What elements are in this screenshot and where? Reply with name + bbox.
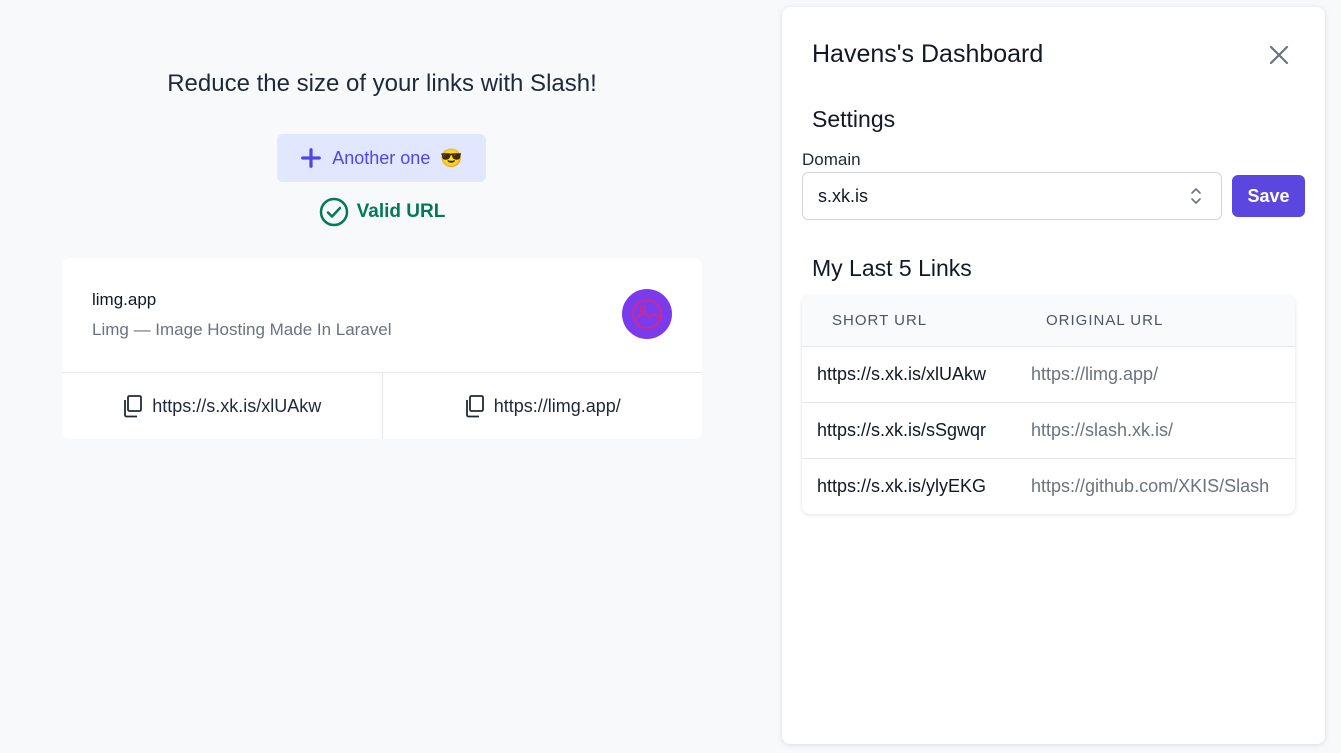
domain-select-value: s.xk.is — [818, 186, 869, 206]
result-card-links: https://s.xk.is/xlUAkw https://limg.app/ — [62, 373, 702, 439]
result-card: limg.app Limg — Image Hosting Made In La… — [62, 258, 702, 439]
original-url-cell[interactable]: https://slash.xk.is/ — [1031, 420, 1173, 441]
short-url-text: https://s.xk.is/xlUAkw — [152, 395, 322, 416]
result-description: Limg — Image Hosting Made In Laravel — [92, 320, 392, 339]
close-icon[interactable] — [1267, 43, 1291, 67]
page-headline: Reduce the size of your links with Slash… — [167, 70, 597, 97]
short-url-cell[interactable]: https://s.xk.is/sSgwqr — [817, 420, 986, 441]
links-table: SHORT URL ORIGINAL URL https://s.xk.is/x… — [802, 296, 1295, 514]
copy-short-url-button[interactable]: https://s.xk.is/xlUAkw — [62, 373, 382, 439]
sunglasses-emoji-icon: 😎 — [440, 147, 463, 168]
image-icon — [632, 299, 662, 329]
copy-original-url-button[interactable]: https://limg.app/ — [381, 373, 703, 439]
another-one-label: Another one — [332, 147, 431, 168]
plus-icon — [301, 148, 322, 168]
dashboard-title: Havens's Dashboard — [812, 40, 1044, 68]
copy-icon — [465, 395, 484, 418]
copy-icon — [124, 395, 143, 418]
column-header-original-url: ORIGINAL URL — [1046, 312, 1164, 329]
table-header-row: SHORT URL ORIGINAL URL — [802, 296, 1295, 347]
short-url-cell[interactable]: https://s.xk.is/ylyEKG — [817, 476, 986, 497]
table-row: https://s.xk.is/sSgwqr https://slash.xk.… — [802, 403, 1295, 459]
dashboard-panel: Havens's Dashboard Settings Domain s.xk.… — [782, 7, 1325, 744]
original-url-cell[interactable]: https://github.com/XKIS/Slash — [1031, 476, 1269, 497]
another-one-button[interactable]: Another one 😎 — [277, 134, 486, 182]
validation-text: Valid URL — [356, 201, 446, 222]
save-button[interactable]: Save — [1232, 175, 1305, 217]
domain-label: Domain — [802, 150, 861, 169]
settings-heading: Settings — [812, 106, 896, 132]
domain-select[interactable]: s.xk.is — [802, 172, 1222, 220]
links-heading: My Last 5 Links — [812, 255, 972, 281]
validation-status: Valid URL — [62, 197, 702, 227]
column-header-short-url: SHORT URL — [832, 312, 928, 329]
result-domain: limg.app — [92, 290, 157, 309]
check-circle-icon — [319, 197, 348, 227]
short-url-cell[interactable]: https://s.xk.is/xlUAkw — [817, 364, 986, 385]
original-url-text: https://limg.app/ — [493, 395, 621, 416]
table-row: https://s.xk.is/xlUAkw https://limg.app/ — [802, 347, 1295, 403]
chevron-up-down-icon — [1191, 188, 1201, 204]
original-url-cell[interactable]: https://limg.app/ — [1031, 364, 1158, 385]
site-avatar — [622, 289, 672, 339]
table-row: https://s.xk.is/ylyEKG https://github.co… — [802, 459, 1295, 514]
result-card-header: limg.app Limg — Image Hosting Made In La… — [62, 258, 702, 373]
